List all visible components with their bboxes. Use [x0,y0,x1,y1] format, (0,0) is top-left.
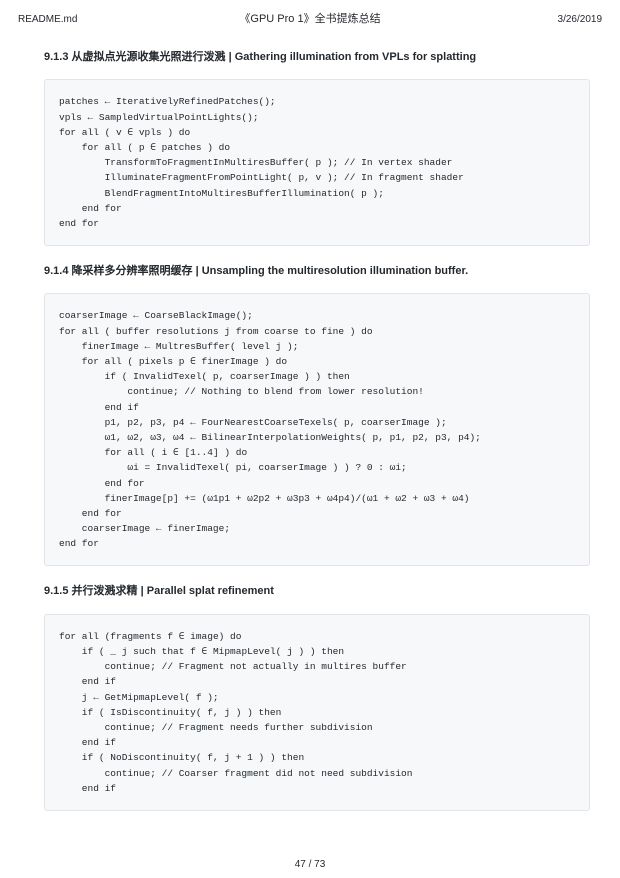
document-body: 9.1.3 从虚拟点光源收集光照进行泼溅 | Gathering illumin… [0,50,620,811]
section-title-en: Gathering illumination from VPLs for spl… [235,51,476,63]
section-heading-915: 9.1.5 并行泼溅求精 | Parallel splat refinement [44,584,590,599]
code-block-913: patches ← IterativelyRefinedPatches(); v… [44,79,590,246]
header-title: 《GPU Pro 1》全书提炼总结 [213,10,408,26]
section-title-cn: 并行泼溅求精 [72,585,138,597]
page-footer: 47 / 73 [0,859,620,870]
section-heading-913: 9.1.3 从虚拟点光源收集光照进行泼溅 | Gathering illumin… [44,50,590,65]
page-header: README.md 《GPU Pro 1》全书提炼总结 3/26/2019 [0,0,620,32]
header-filename: README.md [18,14,213,25]
section-title-en: Unsampling the multiresolution illuminat… [202,265,468,277]
page-number: 47 / 73 [295,859,326,870]
section-title-cn: 从虚拟点光源收集光照进行泼溅 [72,51,226,63]
section-number: 9.1.5 [44,585,68,597]
section-title-cn: 降采样多分辨率照明缓存 [72,265,193,277]
code-block-914: coarserImage ← CoarseBlackImage(); for a… [44,293,590,566]
header-date: 3/26/2019 [407,14,602,25]
code-block-915: for all (fragments f ∈ image) do if ( _ … [44,614,590,811]
section-number: 9.1.4 [44,265,68,277]
section-heading-914: 9.1.4 降采样多分辨率照明缓存 | Unsampling the multi… [44,264,590,279]
section-number: 9.1.3 [44,51,68,63]
section-title-en: Parallel splat refinement [147,585,274,597]
